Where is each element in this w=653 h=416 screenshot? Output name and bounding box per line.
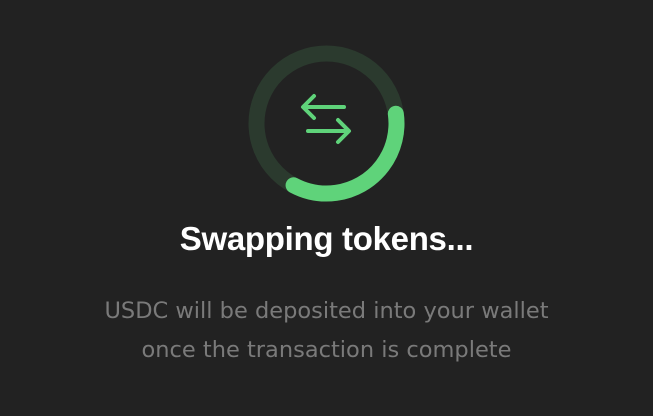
status-title: Swapping tokens... — [179, 220, 474, 257]
status-description: USDC will be deposited into your wallet … — [0, 292, 653, 370]
swap-arrows-icon — [298, 93, 354, 145]
swap-progress-screen: Swapping tokens... USDC will be deposite… — [0, 0, 653, 416]
status-description-line: USDC will be deposited into your wallet — [104, 298, 549, 324]
status-description-line: once the transaction is complete — [141, 337, 512, 363]
